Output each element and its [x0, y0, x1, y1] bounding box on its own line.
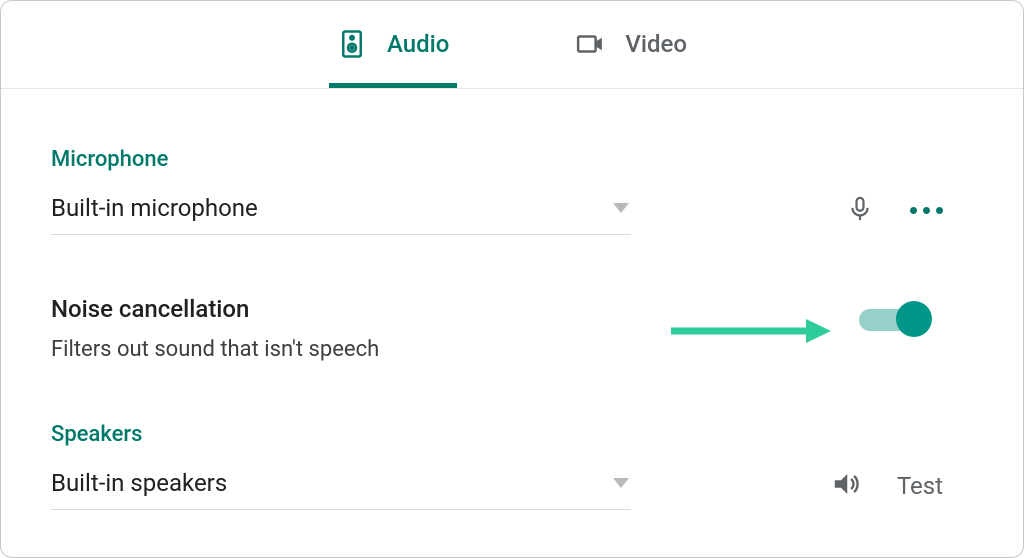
noise-cancellation-toggle-wrap — [859, 309, 925, 331]
dot-icon — [910, 207, 917, 214]
toggle-knob — [896, 301, 932, 337]
camera-icon — [575, 29, 605, 59]
tab-video-label: Video — [625, 30, 687, 58]
dot-icon — [936, 207, 943, 214]
microphone-row: Built-in microphone — [51, 186, 973, 235]
chevron-down-icon — [613, 203, 629, 213]
dot-icon — [923, 207, 930, 214]
tab-audio-label: Audio — [387, 30, 449, 58]
speakers-select[interactable]: Built-in speakers — [51, 461, 631, 510]
speakers-selected-value: Built-in speakers — [51, 469, 227, 497]
microphone-actions — [846, 195, 943, 227]
audio-settings-panel: Microphone Built-in microphone — [1, 89, 1023, 510]
noise-cancellation-description: Filters out sound that isn't speech — [51, 337, 379, 362]
tab-video[interactable]: Video — [567, 25, 695, 88]
speaker-box-icon — [337, 29, 367, 59]
noise-cancellation-row: Noise cancellation Filters out sound tha… — [51, 295, 973, 362]
noise-cancellation-title: Noise cancellation — [51, 295, 379, 323]
speakers-row: Built-in speakers Test — [51, 461, 973, 510]
microphone-select[interactable]: Built-in microphone — [51, 186, 631, 235]
settings-dialog: Audio Video Microphone Built-in micropho… — [0, 0, 1024, 558]
volume-icon — [831, 469, 861, 503]
microphone-selected-value: Built-in microphone — [51, 194, 258, 222]
annotation-arrow-icon — [671, 319, 831, 343]
noise-cancellation-text: Noise cancellation Filters out sound tha… — [51, 295, 379, 362]
speakers-section: Speakers Built-in speakers Test — [51, 422, 973, 510]
noise-cancellation-toggle[interactable] — [859, 309, 925, 331]
chevron-down-icon — [613, 478, 629, 488]
tabs-bar: Audio Video — [1, 1, 1023, 89]
microphone-icon — [846, 195, 874, 227]
tab-audio[interactable]: Audio — [329, 25, 457, 88]
test-speakers-button[interactable]: Test — [897, 472, 943, 500]
speakers-actions: Test — [831, 469, 943, 503]
speakers-section-label: Speakers — [51, 422, 973, 447]
more-options-button[interactable] — [910, 207, 943, 214]
microphone-section-label: Microphone — [51, 147, 973, 172]
